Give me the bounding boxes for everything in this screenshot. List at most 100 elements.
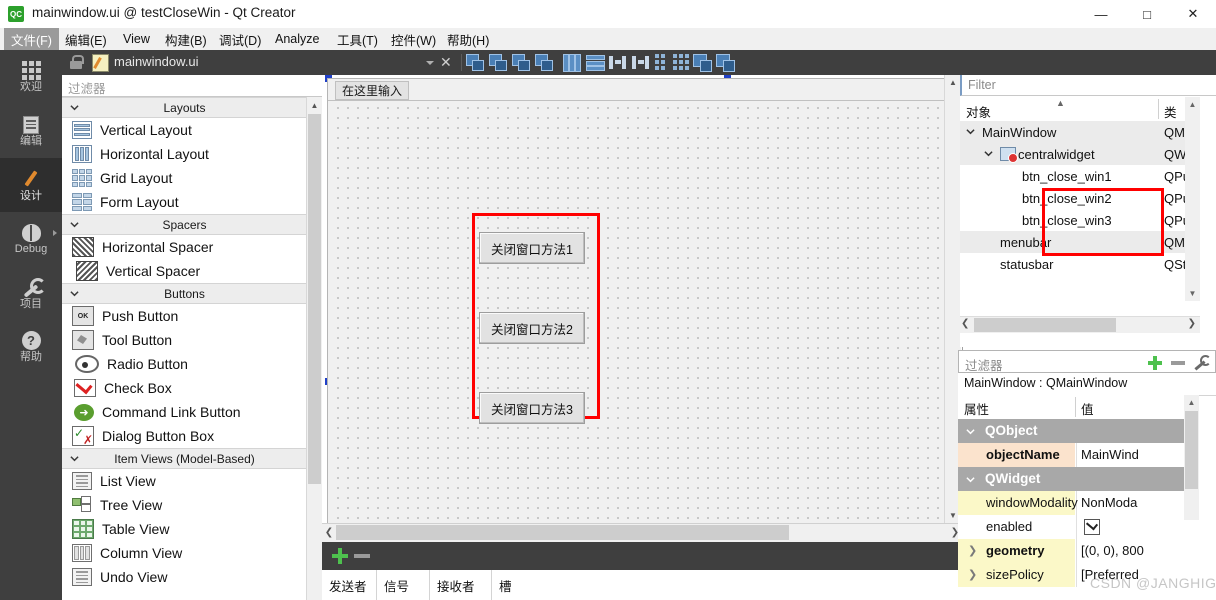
- mode-设计[interactable]: 设计: [0, 158, 62, 212]
- widget-item-command-link-button[interactable]: ➜ Command Link Button: [62, 400, 307, 424]
- property-filter[interactable]: 过滤器: [958, 350, 1216, 373]
- widget-item-tool-button[interactable]: Tool Button: [62, 328, 307, 352]
- chevron-down-icon[interactable]: [70, 103, 79, 111]
- layout-horizontal-icon[interactable]: [563, 54, 581, 72]
- widget-item-form-layout[interactable]: Form Layout: [62, 190, 307, 214]
- widget-category-Spacers[interactable]: Spacers: [62, 214, 307, 235]
- layout-grid-icon[interactable]: [673, 54, 691, 71]
- widget-item-push-button[interactable]: OK Push Button: [62, 304, 307, 328]
- widget-category-Buttons[interactable]: Buttons: [62, 283, 307, 304]
- canvas-horizontal-scrollbar[interactable]: ❮ ❯: [322, 523, 962, 542]
- widget-category-Item Views (Model-Based)[interactable]: Item Views (Model-Based): [62, 448, 307, 469]
- remove-connection-button[interactable]: [354, 554, 370, 558]
- object-inspector-filter[interactable]: Filter: [960, 75, 1216, 96]
- column-header-property[interactable]: 属性: [964, 399, 989, 418]
- widget-category-Layouts[interactable]: Layouts: [62, 97, 307, 118]
- scroll-right-icon[interactable]: ❯: [1188, 318, 1196, 329]
- chevron-down-icon[interactable]: [966, 427, 975, 436]
- scrollbar-thumb[interactable]: [1185, 411, 1198, 489]
- menu-item-6[interactable]: 工具(T): [330, 28, 385, 50]
- adjust-size-icon[interactable]: [716, 54, 735, 72]
- lock-icon[interactable]: [70, 55, 84, 69]
- property-value[interactable]: MainWind: [1081, 447, 1139, 462]
- scrollbar-thumb[interactable]: [974, 318, 1116, 332]
- connection-column-1[interactable]: 信号: [377, 570, 430, 600]
- property-group[interactable]: QWidget: [958, 467, 1199, 491]
- chevron-down-icon[interactable]: [966, 127, 975, 136]
- form-button-3[interactable]: 关闭窗口方法3: [479, 392, 585, 424]
- layout-form-icon[interactable]: [655, 54, 673, 71]
- widget-item-radio-button[interactable]: Radio Button: [62, 352, 307, 376]
- chevron-right-icon[interactable]: ❯: [968, 544, 977, 557]
- property-value[interactable]: [Preferred: [1081, 567, 1139, 582]
- scroll-left-icon[interactable]: ❮: [961, 318, 969, 329]
- scroll-up-icon[interactable]: ▲: [307, 97, 322, 113]
- menu-item-4[interactable]: 调试(D): [212, 28, 268, 50]
- property-group[interactable]: QObject: [958, 419, 1199, 443]
- connection-column-0[interactable]: 发送者: [322, 570, 377, 600]
- scroll-up-icon[interactable]: ▲: [1184, 395, 1199, 410]
- layout-splitter-v-icon[interactable]: [632, 54, 650, 71]
- menu-item-2[interactable]: View: [116, 28, 157, 50]
- column-header-object[interactable]: 对象: [966, 102, 991, 121]
- main-window-form[interactable]: 在这里输入 关闭窗口方法1 关闭窗口方法2 关闭窗口方法3: [327, 78, 949, 532]
- object-row[interactable]: statusbar QStat: [960, 253, 1200, 275]
- edit-tab-order-icon[interactable]: [535, 54, 553, 71]
- menu-type-here-placeholder[interactable]: 在这里输入: [335, 81, 410, 100]
- widget-item-grid-layout[interactable]: Grid Layout: [62, 166, 307, 190]
- menu-item-0[interactable]: 文件(F): [4, 28, 59, 50]
- add-connection-button[interactable]: [332, 548, 348, 564]
- edit-signals-slots-icon[interactable]: [489, 54, 507, 71]
- chevron-down-icon[interactable]: [70, 220, 79, 228]
- property-row[interactable]: ❯ geometry [(0, 0), 800: [958, 539, 1199, 563]
- widget-item-vertical-spacer[interactable]: Vertical Spacer: [62, 259, 307, 283]
- object-row[interactable]: centralwidget QWidg: [960, 143, 1200, 165]
- mode-欢迎[interactable]: 欢迎: [0, 50, 62, 104]
- column-header-value[interactable]: 值: [1081, 399, 1094, 418]
- layout-splitter-h-icon[interactable]: [609, 54, 627, 71]
- configure-icon[interactable]: [1193, 355, 1211, 370]
- close-button[interactable]: ✕: [1170, 0, 1216, 28]
- widget-box-filter[interactable]: 过滤器: [62, 75, 322, 97]
- maximize-button[interactable]: □: [1124, 0, 1170, 28]
- property-vertical-scrollbar[interactable]: ▲: [1184, 395, 1199, 520]
- close-document-button[interactable]: ✕: [440, 54, 452, 71]
- widget-item-vertical-layout[interactable]: Vertical Layout: [62, 118, 307, 142]
- widget-box-scrollbar[interactable]: ▲: [306, 97, 322, 600]
- widget-item-undo-view[interactable]: Undo View: [62, 565, 307, 589]
- menu-item-3[interactable]: 构建(B): [158, 28, 214, 50]
- chevron-down-icon[interactable]: [70, 454, 79, 462]
- menu-item-1[interactable]: 编辑(E): [58, 28, 114, 50]
- form-button-2[interactable]: 关闭窗口方法2: [479, 312, 585, 344]
- widget-item-horizontal-layout[interactable]: Horizontal Layout: [62, 142, 307, 166]
- mode-编辑[interactable]: 编辑: [0, 104, 62, 158]
- scroll-up-icon[interactable]: ▲: [945, 75, 961, 90]
- chevron-down-icon[interactable]: [966, 475, 975, 484]
- open-file-name[interactable]: mainwindow.ui: [114, 54, 199, 69]
- connection-column-3[interactable]: 槽: [492, 570, 962, 600]
- widget-item-tree-view[interactable]: Tree View: [62, 493, 307, 517]
- menu-item-8[interactable]: 帮助(H): [440, 28, 496, 50]
- widget-item-dialog-button-box[interactable]: Dialog Button Box: [62, 424, 307, 448]
- property-row[interactable]: ❯ sizePolicy [Preferred: [958, 563, 1199, 587]
- scroll-up-icon[interactable]: ▲: [1185, 97, 1200, 112]
- widget-item-table-view[interactable]: Table View: [62, 517, 307, 541]
- object-row[interactable]: btn_close_win1 QPush: [960, 165, 1200, 187]
- scroll-left-icon[interactable]: ❮: [322, 524, 336, 541]
- form-button-1[interactable]: 关闭窗口方法1: [479, 232, 585, 264]
- property-row[interactable]: windowModality NonModa: [958, 491, 1199, 515]
- widget-item-horizontal-spacer[interactable]: Horizontal Spacer: [62, 235, 307, 259]
- break-layout-icon[interactable]: [693, 54, 712, 72]
- remove-property-button[interactable]: [1171, 361, 1185, 365]
- chevron-down-icon[interactable]: [984, 149, 993, 158]
- chevron-down-icon[interactable]: [426, 61, 434, 65]
- chevron-right-icon[interactable]: [53, 230, 57, 236]
- scrollbar-thumb[interactable]: [308, 114, 321, 484]
- widget-item-column-view[interactable]: Column View: [62, 541, 307, 565]
- column-header-class[interactable]: 类: [1164, 102, 1177, 121]
- enabled-checkbox[interactable]: [1084, 519, 1100, 535]
- edit-widgets-icon[interactable]: [466, 54, 484, 71]
- property-row[interactable]: enabled: [958, 515, 1199, 539]
- form-menubar[interactable]: 在这里输入: [328, 79, 946, 101]
- mode-项目[interactable]: 项目: [0, 266, 62, 320]
